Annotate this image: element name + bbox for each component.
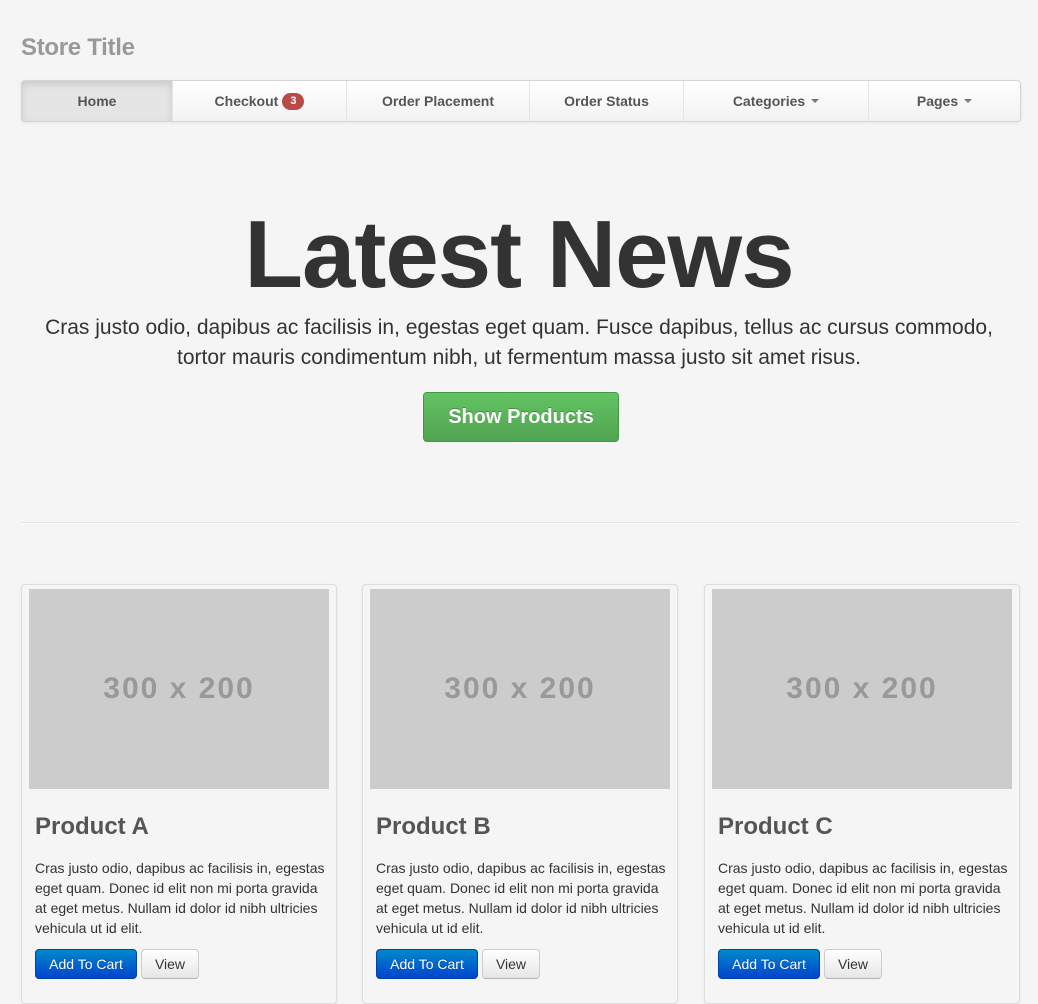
- add-to-cart-button[interactable]: Add To Cart: [718, 949, 820, 979]
- product-title: Product B: [376, 813, 491, 840]
- caret-down-icon: [964, 99, 973, 103]
- caret-down-icon: [811, 99, 820, 103]
- nav-item-pages-dropdown[interactable]: Pages: [869, 81, 1020, 121]
- product-card: 300 x 200 Product C Cras justo odio, dap…: [704, 584, 1020, 1004]
- product-image-placeholder[interactable]: 300 x 200: [370, 589, 670, 789]
- add-to-cart-button[interactable]: Add To Cart: [376, 949, 478, 979]
- store-title: Store Title: [21, 34, 135, 61]
- main-navbar: Home Checkout 3 Order Placement Order St…: [21, 80, 1021, 122]
- nav-item-label: Order Placement: [381, 93, 495, 109]
- nav-item-categories-dropdown[interactable]: Categories: [684, 81, 869, 121]
- hero-text: Cras justo odio, dapibus ac facilisis in…: [45, 316, 993, 369]
- view-product-button[interactable]: View: [482, 949, 540, 979]
- view-product-button[interactable]: View: [141, 949, 199, 979]
- product-title: Product A: [35, 813, 149, 840]
- nav-item-home[interactable]: Home: [22, 81, 173, 121]
- hero-title: Latest News: [244, 201, 794, 308]
- nav-item-order-placement[interactable]: Order Placement: [347, 81, 530, 121]
- product-image-placeholder[interactable]: 300 x 200: [29, 589, 329, 789]
- nav-item-checkout[interactable]: Checkout 3: [173, 81, 347, 121]
- product-description: Cras justo odio, dapibus ac facilisis in…: [376, 860, 666, 936]
- product-card: 300 x 200 Product A Cras justo odio, dap…: [21, 584, 337, 1004]
- section-divider: [21, 522, 1019, 524]
- cart-count-badge: 3: [282, 92, 305, 110]
- nav-item-label: Categories: [732, 93, 806, 109]
- show-products-button[interactable]: Show Products: [423, 392, 619, 442]
- add-to-cart-button[interactable]: Add To Cart: [35, 949, 137, 979]
- product-card: 300 x 200 Product B Cras justo odio, dap…: [362, 584, 678, 1004]
- product-image-placeholder[interactable]: 300 x 200: [712, 589, 1012, 789]
- view-product-button[interactable]: View: [824, 949, 882, 979]
- nav-item-order-status[interactable]: Order Status: [530, 81, 684, 121]
- nav-item-label: Home: [77, 93, 117, 109]
- product-title: Product C: [718, 813, 833, 840]
- product-description: Cras justo odio, dapibus ac facilisis in…: [35, 860, 325, 936]
- nav-item-label: Checkout: [214, 93, 279, 109]
- nav-item-label: Pages: [916, 93, 959, 109]
- nav-item-label: Order Status: [564, 93, 649, 109]
- product-description: Cras justo odio, dapibus ac facilisis in…: [718, 860, 1008, 936]
